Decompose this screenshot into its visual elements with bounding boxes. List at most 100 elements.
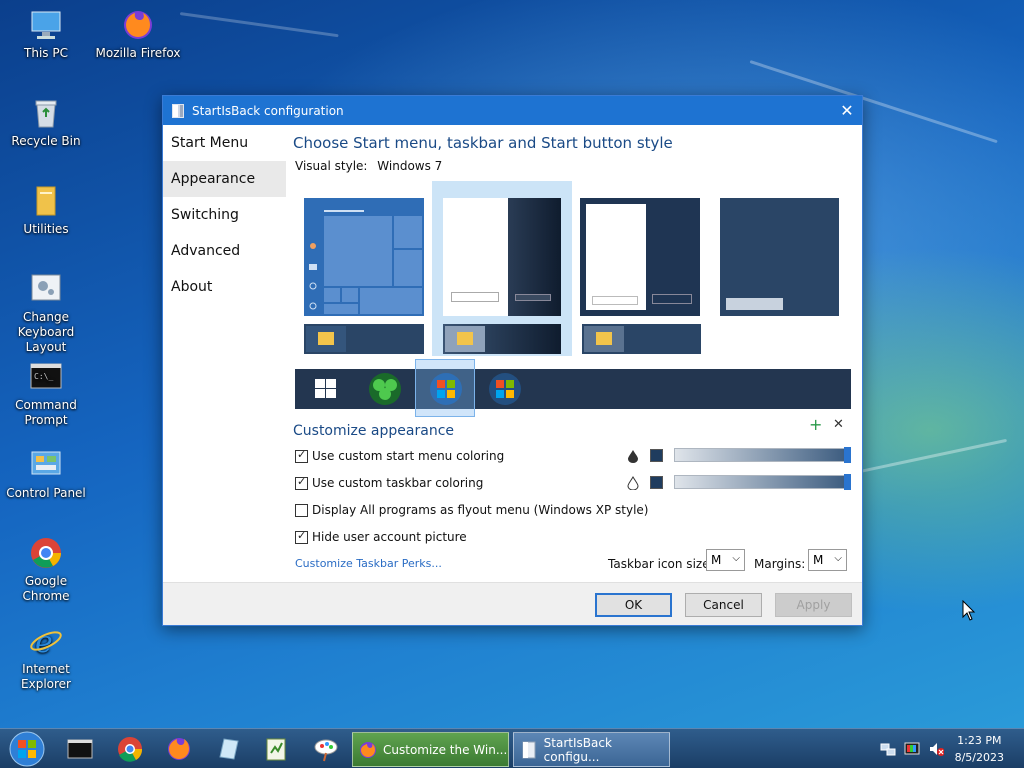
chrome-icon[interactable]	[116, 735, 144, 763]
option-label: Use custom start menu coloring	[312, 449, 505, 463]
nav-sidebar: Start Menu Appearance Switching Advanced…	[163, 125, 286, 305]
start-menu-color-swatch[interactable]	[650, 449, 663, 462]
computer-icon	[29, 8, 63, 42]
option-flyout-all-programs[interactable]: Display All programs as flyout menu (Win…	[295, 503, 648, 517]
window-title: StartIsBack configuration	[192, 103, 344, 118]
page-title: Choose Start menu, taskbar and Start but…	[293, 134, 673, 152]
color-intensity-filled-drop-icon	[628, 450, 638, 463]
chevron-down-icon: ⌵	[732, 553, 740, 564]
visual-style-row: Visual style: Windows 7	[295, 159, 442, 173]
vista-orb-start-button-option[interactable]	[487, 372, 523, 406]
close-button[interactable]: ✕	[832, 101, 862, 120]
desktop-icon-label: This PC	[24, 46, 68, 60]
network-icon[interactable]	[880, 741, 896, 757]
margins-select[interactable]: M ⌵	[808, 549, 847, 571]
option-label: Hide user account picture	[312, 530, 467, 544]
desktop-icon-command-prompt[interactable]: C:\_ Command Prompt	[0, 360, 92, 428]
select-value: M	[813, 553, 824, 567]
chevron-down-icon: ⌵	[834, 553, 842, 564]
start-style-modern-option[interactable]	[720, 198, 839, 316]
start-style-windows10-option[interactable]	[304, 198, 424, 316]
nav-item-advanced[interactable]: Advanced	[163, 233, 286, 269]
option-hide-user-picture[interactable]: Hide user account picture	[295, 529, 467, 544]
taskbar: Customize the Win... StartIsBack configu…	[0, 728, 1024, 768]
option-custom-taskbar-coloring[interactable]: Use custom taskbar coloring	[295, 475, 484, 490]
wallpaper-streak	[179, 12, 339, 38]
remove-icon[interactable]: ✕	[833, 417, 844, 432]
taskbar-icon-size-select[interactable]: M ⌵	[706, 549, 745, 571]
customize-taskbar-perks-link[interactable]: Customize Taskbar Perks...	[295, 557, 442, 570]
folder-icon	[29, 184, 63, 218]
taskbar-color-slider[interactable]	[674, 474, 851, 490]
startisback-icon	[172, 103, 184, 118]
firefox-icon	[121, 8, 155, 42]
checkbox[interactable]	[295, 529, 308, 544]
mouse-cursor-icon	[962, 600, 976, 621]
nav-item-about[interactable]: About	[163, 269, 286, 305]
clover-start-button-option[interactable]	[367, 372, 403, 406]
volume-muted-icon[interactable]	[928, 741, 944, 757]
desktop-icon-recycle-bin[interactable]: Recycle Bin	[0, 96, 92, 149]
desktop-icon-this-pc[interactable]: This PC	[0, 8, 92, 61]
notepad-icon[interactable]	[214, 735, 242, 763]
start-menu-color-slider[interactable]	[674, 447, 851, 463]
nav-item-start-menu[interactable]: Start Menu	[163, 125, 286, 161]
visual-style-label: Visual style:	[295, 159, 368, 173]
ok-button[interactable]: OK	[595, 593, 672, 617]
visual-style-value: Windows 7	[377, 159, 443, 173]
taskbar-color-swatch[interactable]	[650, 476, 663, 489]
desktop-icon-utilities[interactable]: Utilities	[0, 184, 92, 237]
svg-text:C:\_: C:\_	[34, 372, 53, 381]
start-style-plain8-option[interactable]	[580, 198, 700, 316]
taskbar-style-option-1[interactable]	[304, 324, 424, 354]
spreadsheet-icon[interactable]	[262, 735, 290, 763]
nav-item-appearance[interactable]: Appearance	[163, 161, 286, 197]
windows7-orb-icon	[430, 373, 462, 405]
desktop-icon-label: Change Keyboard Layout	[17, 310, 75, 354]
svg-text:e: e	[35, 625, 53, 658]
desktop-icon-control-panel[interactable]: Control Panel	[0, 448, 92, 501]
add-icon[interactable]: +	[809, 415, 822, 434]
keyboard-settings-icon	[29, 272, 63, 306]
start-orb-button[interactable]	[8, 730, 46, 768]
taskbar-style-option-2-selected[interactable]	[443, 324, 561, 354]
option-custom-start-menu-coloring[interactable]: Use custom start menu coloring	[295, 448, 505, 463]
taskbar-clock[interactable]: 1:23 PM 8/5/2023	[955, 732, 1004, 766]
nav-item-switching[interactable]: Switching	[163, 197, 286, 233]
desktop-icon-label: Command Prompt	[15, 398, 77, 427]
taskbar-task-startisback[interactable]: StartIsBack configu...	[513, 732, 670, 767]
ie-icon: e	[29, 624, 63, 660]
firefox-icon[interactable]	[165, 735, 193, 763]
startisback-icon	[522, 741, 536, 758]
taskbar-task-firefox[interactable]: Customize the Win...	[352, 732, 509, 767]
firefox-icon	[360, 741, 376, 758]
option-label: Display All programs as flyout menu (Win…	[312, 503, 649, 517]
cancel-button[interactable]: Cancel	[685, 593, 762, 617]
desktop-icon-label: Mozilla Firefox	[95, 46, 181, 60]
task-label: Customize the Win...	[383, 742, 508, 757]
start-style-windows7-preview	[443, 198, 561, 316]
checkbox[interactable]	[295, 448, 308, 463]
desktop-icon-change-keyboard-layout[interactable]: Change Keyboard Layout	[0, 272, 92, 355]
margins-label: Margins:	[754, 557, 806, 571]
desktop-icon-google-chrome[interactable]: Google Chrome	[0, 536, 92, 604]
desktop-icon-label: Google Chrome	[22, 574, 70, 603]
desktop-icon-firefox[interactable]: Mozilla Firefox	[92, 8, 184, 61]
apply-button[interactable]: Apply	[775, 593, 852, 617]
checkbox[interactable]	[295, 475, 308, 490]
windows7-orb-option-selected[interactable]	[415, 359, 475, 417]
startisback-config-window: StartIsBack configuration ✕ Start Menu A…	[162, 95, 863, 626]
desktop-icon-internet-explorer[interactable]: e Internet Explorer	[0, 624, 92, 692]
window-titlebar[interactable]: StartIsBack configuration ✕	[163, 96, 862, 125]
cmd-icon[interactable]	[66, 735, 94, 763]
taskbar-style-option-3[interactable]	[582, 324, 701, 354]
windows10-start-button-option[interactable]	[315, 379, 337, 399]
checkbox[interactable]	[295, 503, 308, 517]
slider-knob[interactable]	[844, 447, 851, 463]
slider-knob[interactable]	[844, 474, 851, 490]
desktop-icon-label: Internet Explorer	[21, 662, 71, 691]
paint-icon[interactable]	[312, 735, 340, 763]
clock-date: 8/5/2023	[954, 751, 1004, 764]
display-color-icon[interactable]	[904, 741, 920, 757]
option-label: Use custom taskbar coloring	[312, 476, 484, 490]
